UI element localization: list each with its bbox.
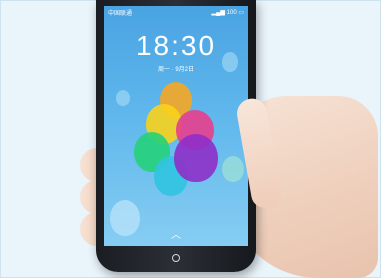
balloon [110, 200, 140, 236]
balloon [222, 156, 244, 182]
lock-screen: 中国联通 ▂▄▆ 100 ▭ 18:30 周一 · 9月2日 ︿ [104, 6, 248, 246]
battery-label: 100 [226, 9, 237, 16]
battery-icon: ▭ [238, 9, 244, 16]
balloon [222, 52, 238, 72]
battery-indicator: ▂▄▆ 100 ▭ [211, 9, 244, 16]
home-button[interactable] [172, 254, 180, 262]
balloon [116, 90, 130, 106]
signal-icon: ▂▄▆ [211, 9, 225, 16]
balloon [174, 134, 218, 182]
unlock-chevron-icon[interactable]: ︿ [168, 231, 184, 241]
carrier-label: 中国联通 [108, 10, 133, 17]
status-bar: 中国联通 ▂▄▆ 100 ▭ [104, 6, 248, 18]
